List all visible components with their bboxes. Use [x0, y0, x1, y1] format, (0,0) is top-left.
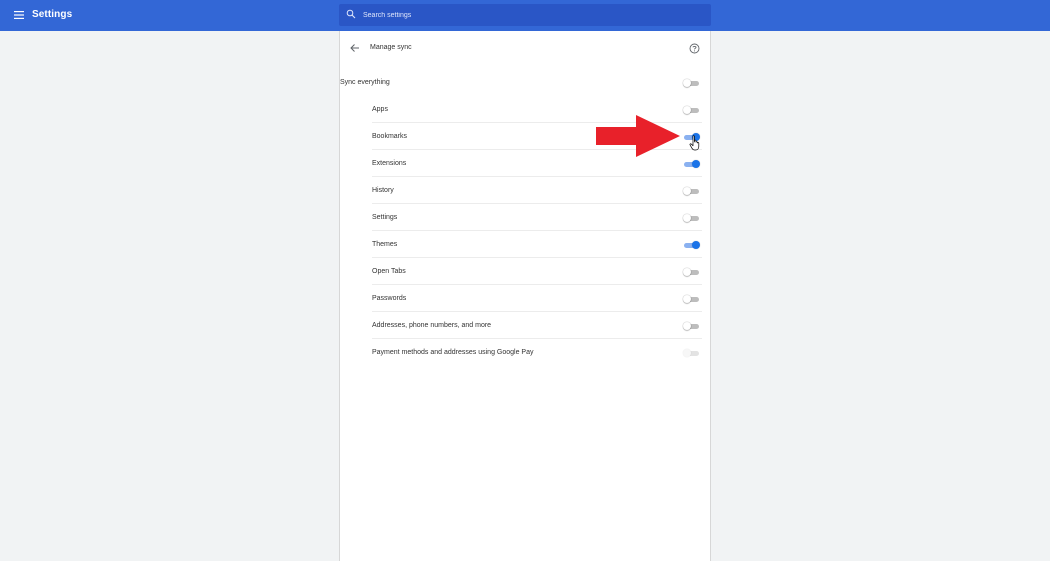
sync-item-label: History: [372, 187, 394, 194]
toggle-themes[interactable]: [683, 241, 700, 249]
page-title: Manage sync: [370, 44, 412, 51]
sync-item-label: Apps: [372, 106, 388, 113]
toggle-knob: [683, 268, 691, 276]
help-circle-icon: [689, 43, 700, 54]
sync-item-addresses: Addresses, phone numbers, and more: [372, 312, 702, 339]
menu-button[interactable]: [13, 9, 25, 21]
sync-item-open-tabs: Open Tabs: [372, 258, 702, 285]
sync-everything-toggle[interactable]: [683, 79, 700, 87]
sync-item-label: Extensions: [372, 160, 407, 167]
sync-item-themes: Themes: [372, 231, 702, 258]
sync-item-label: Addresses, phone numbers, and more: [372, 322, 492, 329]
sync-item-passwords: Passwords: [372, 285, 702, 312]
app-title: Settings: [32, 9, 73, 20]
back-button[interactable]: [348, 41, 362, 55]
sync-everything-row: Sync everything: [340, 69, 710, 96]
toggle-payment-methods-and-addresses-using-google-pay: [683, 349, 700, 357]
top-bar: Settings: [0, 0, 1050, 31]
toggle-knob: [683, 214, 691, 222]
help-button[interactable]: [689, 41, 700, 54]
settings-panel: Manage sync Sync everything Apps Bookmar…: [339, 31, 711, 561]
sync-item-label: Passwords: [372, 295, 407, 302]
toggle-open-tabs[interactable]: [683, 268, 700, 276]
toggle-history[interactable]: [683, 187, 700, 195]
sync-item-history: History: [372, 177, 702, 204]
sync-everything-label: Sync everything: [340, 79, 390, 86]
toggle-knob: [683, 295, 691, 303]
toggle-extensions[interactable]: [683, 160, 700, 168]
sync-item-label: Payment methods and addresses using Goog…: [372, 349, 534, 356]
toggle-knob: [683, 349, 691, 357]
toggle-knob: [683, 106, 691, 114]
toggle-apps[interactable]: [683, 106, 700, 114]
toggle-knob: [692, 160, 700, 168]
sync-item-label: Settings: [372, 214, 398, 221]
sync-item-payment-methods-and-addresses-using-google-pay: Payment methods and addresses using Goog…: [372, 339, 702, 366]
sync-item-label: Bookmarks: [372, 133, 408, 140]
toggle-knob: [692, 241, 700, 249]
hamburger-menu-icon: [14, 11, 24, 19]
search-icon: [346, 9, 356, 19]
search-input[interactable]: [363, 7, 693, 23]
toggle-knob: [683, 322, 691, 330]
sync-item-label: Themes: [372, 241, 398, 248]
toggle-knob: [683, 187, 691, 195]
sync-item-settings: Settings: [372, 204, 702, 231]
hand-pointer-icon: [689, 135, 700, 151]
toggle-settings[interactable]: [683, 214, 700, 222]
search-box[interactable]: [339, 4, 711, 26]
toggle-addresses[interactable]: [683, 322, 700, 330]
arrow-left-icon: [350, 44, 359, 52]
toggle-knob: [683, 79, 691, 87]
toggle-passwords[interactable]: [683, 295, 700, 303]
red-arrow-icon: [596, 115, 680, 157]
sync-item-label: Open Tabs: [372, 268, 406, 275]
